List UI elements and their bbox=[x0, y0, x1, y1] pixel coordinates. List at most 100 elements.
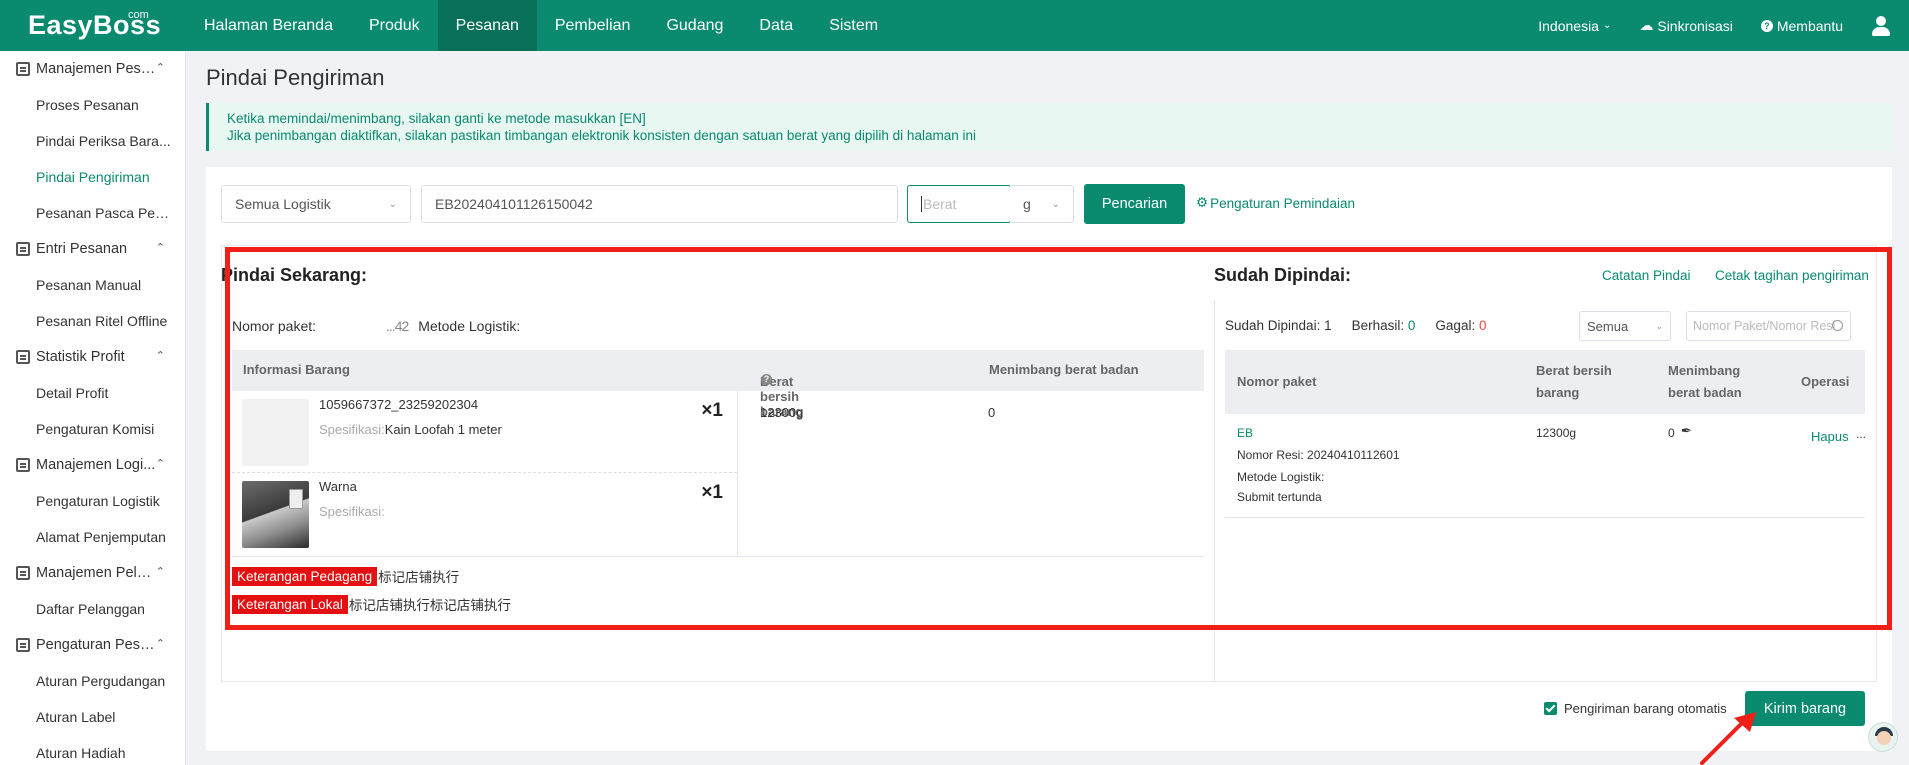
sidebar-group-label: Statistik Profit bbox=[36, 349, 125, 365]
package-search-input[interactable]: Nomor Paket/Nomor Resi bbox=[1686, 311, 1851, 341]
search-icon[interactable] bbox=[1832, 320, 1843, 331]
scanned-package-no[interactable]: EB bbox=[1237, 426, 1253, 440]
sidebar-item[interactable]: Aturan Hadiah bbox=[0, 735, 175, 765]
scanned-status: Submit tertunda bbox=[1237, 490, 1322, 504]
sync-button[interactable]: ☁ Sinkronisasi bbox=[1639, 17, 1732, 34]
nav-warehouse[interactable]: Gudang bbox=[648, 0, 741, 51]
help-button[interactable]: ? Membantu bbox=[1760, 18, 1843, 34]
chevron-down-icon: ⌄ bbox=[1602, 20, 1612, 31]
merchant-remark: Keterangan Pedagang 标记店铺执行 bbox=[232, 566, 459, 586]
language-label: Indonesia bbox=[1538, 17, 1599, 34]
column-divider bbox=[737, 391, 738, 556]
sidebar-group[interactable]: Pengaturan Pesa... ⌃ bbox=[0, 627, 185, 663]
scan-settings-link[interactable]: ⚙ Pengaturan Pemindaian bbox=[1196, 195, 1355, 211]
sidebar-group[interactable]: Entri Pesanan ⌃ bbox=[0, 231, 185, 267]
weight-placeholder: Berat bbox=[923, 196, 957, 212]
logistic-select[interactable]: Semua Logistik ⌄ bbox=[221, 185, 411, 223]
unit-select[interactable]: g ⌄ bbox=[1010, 185, 1074, 223]
notice-line-2: Jika penimbangan diaktifkan, silakan pas… bbox=[227, 128, 976, 143]
package-search-placeholder: Nomor Paket/Nomor Resi bbox=[1693, 319, 1836, 333]
product-thumbnail bbox=[242, 481, 309, 548]
weighed-value: 0 bbox=[988, 405, 996, 420]
menu-group-icon bbox=[16, 350, 30, 364]
package-value: ...42 bbox=[386, 318, 409, 334]
search-button[interactable]: Pencarian bbox=[1084, 184, 1185, 224]
sidebar-item[interactable]: Aturan Label bbox=[0, 699, 175, 735]
help-icon[interactable]: ? bbox=[761, 374, 772, 385]
product-qty: ×1 bbox=[701, 400, 723, 421]
col-goods-info: Informasi Barang bbox=[243, 362, 350, 377]
sidebar-item[interactable]: Detail Profit bbox=[0, 375, 175, 411]
user-icon[interactable] bbox=[1871, 15, 1891, 36]
nav-data[interactable]: Data bbox=[741, 0, 811, 51]
sidebar-item[interactable]: Proses Pesanan bbox=[0, 87, 175, 123]
status-filter-select[interactable]: Semua ⌄ bbox=[1579, 311, 1671, 341]
weight-input[interactable]: Berat bbox=[907, 185, 1011, 223]
delete-button[interactable]: Hapus bbox=[1811, 429, 1849, 444]
sidebar-item[interactable]: Alamat Penjemputan bbox=[0, 519, 175, 555]
scanned-title: Sudah Dipindai: bbox=[1214, 265, 1351, 285]
sidebar-group[interactable]: Manajemen Pesa... ⌃ bbox=[0, 51, 185, 87]
sidebar-item[interactable]: Daftar Pelanggan bbox=[0, 591, 175, 627]
nav-products[interactable]: Produk bbox=[351, 0, 438, 51]
sidebar-item[interactable]: Pesanan Manual bbox=[0, 267, 175, 303]
scanned-row: EB Nomor Resi: 20240410112601 Metode Log… bbox=[1225, 414, 1866, 518]
row-divider bbox=[232, 556, 1204, 557]
gear-icon: ⚙ bbox=[1196, 195, 1209, 210]
page-title: Pindai Pengiriman bbox=[206, 65, 385, 90]
more-actions-button[interactable]: ... bbox=[1856, 427, 1866, 441]
sidebar-group-label: Pengaturan Pesa... bbox=[36, 637, 156, 653]
status-filter-value: Semua bbox=[1587, 318, 1629, 334]
local-remark-text: 标记店铺执行标记店铺执行 bbox=[348, 598, 511, 613]
sidebar-group[interactable]: Manajemen Logi... ⌃ bbox=[0, 447, 185, 483]
order-number-input[interactable]: EB202404101126150042 bbox=[421, 185, 898, 223]
checkbox-checked-icon bbox=[1544, 702, 1557, 715]
package-info: Nomor paket: ...42 Metode Logistik: bbox=[232, 318, 520, 334]
language-select[interactable]: Indonesia ⌄ bbox=[1538, 18, 1611, 34]
chevron-down-icon: ⌄ bbox=[1051, 198, 1060, 210]
stat-scanned: Sudah Dipindai: 1 bbox=[1225, 318, 1332, 333]
merchant-remark-tag: Keterangan Pedagang bbox=[232, 566, 378, 586]
chevron-down-icon: ⌄ bbox=[388, 198, 397, 210]
cloud-icon: ☁ bbox=[1639, 17, 1654, 33]
sidebar-group-label: Entri Pesanan bbox=[36, 241, 128, 257]
nav-home[interactable]: Halaman Beranda bbox=[186, 0, 351, 51]
col-weighed: Menimbang berat badan bbox=[1668, 363, 1742, 400]
merchant-remark-text: 标记店铺执行 bbox=[378, 570, 460, 585]
chevron-up-icon: ⌃ bbox=[155, 242, 165, 254]
scan-log-link[interactable]: Catatan Pindai bbox=[1602, 268, 1691, 283]
sidebar-group[interactable]: Manajemen Pela... ⌃ bbox=[0, 555, 185, 591]
goods-row: Warna Spesifikasi: ×1 bbox=[232, 473, 737, 555]
nav-system[interactable]: Sistem bbox=[811, 0, 896, 51]
sidebar-item[interactable]: Pindai Pengiriman bbox=[0, 159, 175, 195]
logo[interactable]: EasyBoss com bbox=[0, 0, 186, 51]
col-operation: Operasi bbox=[1801, 374, 1850, 389]
col-net-weight: Berat bersih barang bbox=[1536, 363, 1612, 400]
pointer-arrow-icon bbox=[1700, 712, 1756, 765]
product-qty: ×1 bbox=[701, 482, 723, 503]
send-goods-button[interactable]: Kirim barang bbox=[1745, 691, 1865, 726]
edit-icon[interactable]: ✒ bbox=[1681, 423, 1692, 439]
sidebar-item[interactable]: Aturan Pergudangan bbox=[0, 663, 175, 699]
sidebar-item[interactable]: Pengaturan Komisi bbox=[0, 411, 175, 447]
scanned-net-weight: 12300g bbox=[1536, 426, 1577, 440]
scan-settings-label: Pengaturan Pemindaian bbox=[1210, 195, 1355, 211]
nav-orders[interactable]: Pesanan bbox=[437, 0, 537, 51]
notice-banner: Ketika memindai/menimbang, silakan ganti… bbox=[206, 103, 1892, 151]
print-bill-link[interactable]: Cetak tagihan pengiriman bbox=[1715, 268, 1869, 283]
sidebar-item[interactable]: Pengaturan Logistik bbox=[0, 483, 175, 519]
sidebar-item[interactable]: Pesanan Pasca Penj... bbox=[0, 195, 175, 231]
col-weighed: Menimbang berat badan bbox=[989, 362, 1139, 377]
stat-fail: Gagal: 0 bbox=[1435, 318, 1487, 333]
sidebar-item[interactable]: Pesanan Ritel Offline bbox=[0, 303, 175, 339]
nav-purchasing[interactable]: Pembelian bbox=[537, 0, 649, 51]
scan-stats: Sudah Dipindai: 1 Berhasil: 0 Gagal: 0 bbox=[1225, 318, 1486, 333]
chevron-down-icon: ⌄ bbox=[1655, 320, 1663, 331]
scanned-resi: Nomor Resi: 20240410112601 bbox=[1237, 448, 1400, 462]
sidebar-group-label: Manajemen Pesa... bbox=[36, 61, 156, 77]
sidebar-item[interactable]: Pindai Periksa Bara... bbox=[0, 123, 175, 159]
sidebar-group[interactable]: Statistik Profit ⌃ bbox=[0, 339, 185, 375]
sidebar-group-label: Manajemen Logi... bbox=[36, 457, 156, 473]
support-avatar[interactable] bbox=[1868, 722, 1898, 752]
menu-group-icon bbox=[16, 458, 30, 472]
